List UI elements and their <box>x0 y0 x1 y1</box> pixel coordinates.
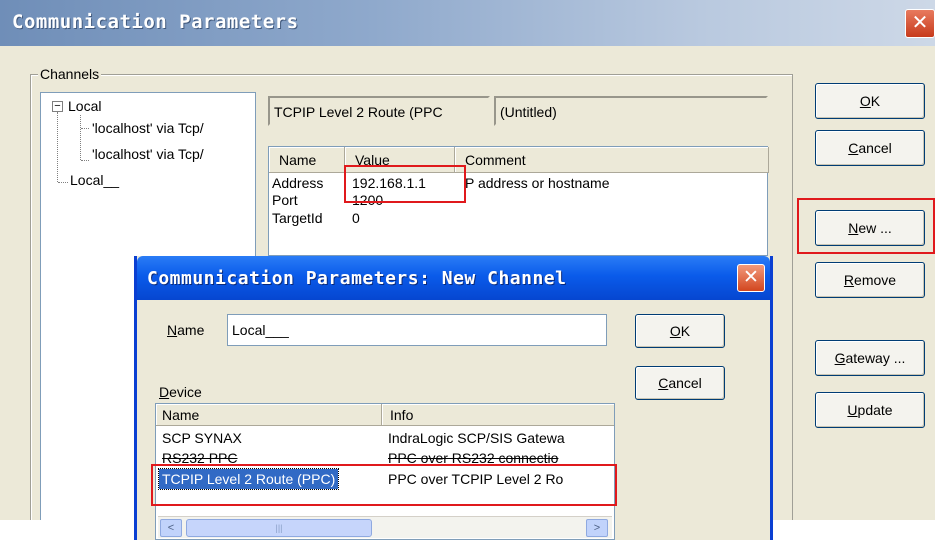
param-name: TargetId <box>272 210 323 226</box>
scroll-thumb[interactable]: ||| <box>186 519 372 537</box>
device-col-header-info[interactable]: Info <box>382 404 614 426</box>
new-channel-title-bar[interactable]: Communication Parameters: New Channel ✕ <box>137 256 770 300</box>
channels-label: Channels <box>38 66 102 82</box>
device-list[interactable]: Name Info SCP SYNAX IndraLogic SCP/SIS G… <box>155 403 615 540</box>
sub-ok-button[interactable]: OK <box>635 314 725 348</box>
update-mnemonic: U <box>847 402 858 418</box>
ok-mnemonic: O <box>859 93 871 109</box>
channel-name-input[interactable]: Local___ <box>227 314 607 346</box>
name-label: Name <box>167 322 204 338</box>
channel-name-field: (Untitled) <box>494 96 768 126</box>
cancel-label: ancel <box>858 140 892 156</box>
tree-item-local[interactable]: Local <box>68 98 101 114</box>
gateway-label: ateway ... <box>845 350 906 366</box>
new-label: ew ... <box>858 220 892 236</box>
main-title: Communication Parameters <box>12 11 299 33</box>
device-info: PPC over TCPIP Level 2 Ro <box>388 471 564 487</box>
tree-connector <box>80 115 81 160</box>
tree-expand-icon[interactable]: − <box>52 101 63 112</box>
sub-cancel-label: ancel <box>668 375 702 391</box>
cancel-mnemonic: C <box>848 140 859 156</box>
sub-ok-mnemonic: O <box>669 323 681 339</box>
param-name: Address <box>272 175 324 191</box>
ok-button[interactable]: OK <box>815 83 925 119</box>
main-title-bar[interactable]: Communication Parameters ✕ <box>0 0 935 46</box>
name-mnemonic: N <box>167 322 178 338</box>
sub-ok-label: K <box>680 323 691 339</box>
new-channel-dialog: Communication Parameters: New Channel ✕ … <box>134 256 773 540</box>
update-button[interactable]: Update <box>815 392 925 428</box>
new-button[interactable]: New ... <box>815 210 925 246</box>
new-channel-title: Communication Parameters: New Channel <box>147 268 567 289</box>
tree-connector <box>57 112 58 182</box>
sub-cancel-button[interactable]: Cancel <box>635 366 725 400</box>
tree-item-localhost-1[interactable]: 'localhost' via Tcp/ <box>92 120 204 136</box>
close-icon[interactable]: ✕ <box>737 264 765 292</box>
close-icon[interactable]: ✕ <box>905 9 935 38</box>
device-name: TCPIP Level 2 Route (PPC) <box>157 468 340 490</box>
param-value[interactable]: 192.168.1.1 <box>352 175 426 191</box>
col-header-name[interactable]: Name <box>269 147 345 173</box>
remove-mnemonic: R <box>843 272 855 288</box>
device-label-text: evice <box>169 384 202 400</box>
device-info: PPC over RS232 connectio <box>388 450 559 466</box>
tree-connector <box>58 182 68 183</box>
device-row[interactable]: SCP SYNAX IndraLogic SCP/SIS Gatewa <box>156 428 614 448</box>
param-value[interactable]: 0 <box>352 210 360 226</box>
device-label: Device <box>159 384 202 400</box>
device-name: SCP SYNAX <box>162 430 242 446</box>
gateway-button[interactable]: Gateway ... <box>815 340 925 376</box>
update-label: pdate <box>857 402 893 418</box>
cancel-button[interactable]: Cancel <box>815 130 925 166</box>
param-comment: P address or hostname <box>465 175 610 191</box>
param-name: Port <box>272 192 298 208</box>
remove-label: emove <box>854 272 897 288</box>
tree-connector <box>81 160 89 161</box>
device-row-selected[interactable]: TCPIP Level 2 Route (PPC) PPC over TCPIP… <box>156 468 614 490</box>
device-col-header-name[interactable]: Name <box>156 404 382 426</box>
tree-item-localhost-2[interactable]: 'localhost' via Tcp/ <box>92 146 204 162</box>
device-info: IndraLogic SCP/SIS Gatewa <box>388 430 565 446</box>
horizontal-scrollbar[interactable]: < ||| > <box>158 516 612 538</box>
device-mnemonic: D <box>159 384 170 400</box>
remove-button[interactable]: Remove <box>815 262 925 298</box>
scroll-left-icon[interactable]: < <box>160 519 182 537</box>
ok-label: K <box>870 93 881 109</box>
param-value[interactable]: 1200 <box>352 192 383 208</box>
col-header-comment[interactable]: Comment <box>455 147 769 173</box>
scroll-right-icon[interactable]: > <box>586 519 608 537</box>
tree-connector <box>81 128 89 129</box>
parameter-table[interactable]: Name Value Comment Address 192.168.1.1 P… <box>268 146 769 256</box>
sub-cancel-mnemonic: C <box>658 375 669 391</box>
new-mnemonic: N <box>848 220 859 236</box>
gateway-mnemonic: G <box>834 350 846 366</box>
tree-item-local-new[interactable]: Local__ <box>70 172 119 188</box>
device-name: RS232 PPC <box>162 450 238 466</box>
channel-type-field: TCPIP Level 2 Route (PPC <box>268 96 490 126</box>
name-label-text: ame <box>177 322 205 338</box>
device-row[interactable]: RS232 PPC PPC over RS232 connectio <box>156 448 614 468</box>
col-header-value[interactable]: Value <box>345 147 455 173</box>
